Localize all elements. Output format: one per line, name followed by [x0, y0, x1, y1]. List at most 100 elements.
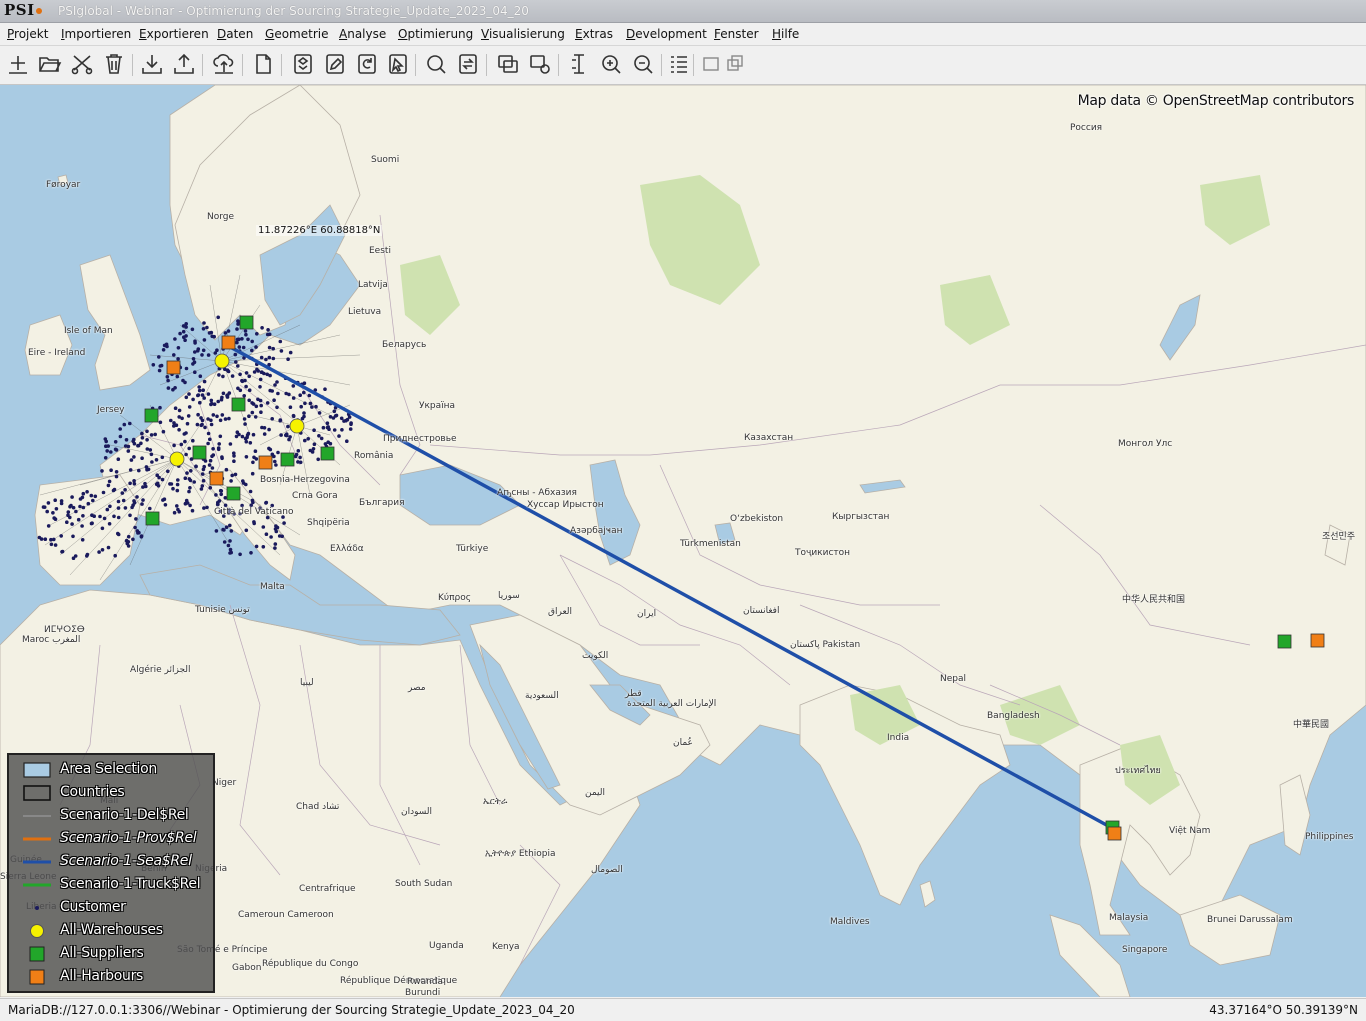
customer-point	[247, 374, 251, 379]
customer-point	[184, 366, 189, 371]
customer-point	[116, 531, 120, 536]
customer-point	[106, 483, 111, 488]
harbour-marker[interactable]	[221, 335, 236, 350]
customer-point	[228, 539, 232, 543]
customer-point	[158, 364, 163, 368]
customer-point	[317, 411, 322, 415]
customer-point	[265, 401, 270, 405]
customer-point	[124, 438, 129, 442]
customer-point	[270, 389, 275, 393]
supplier-marker[interactable]	[144, 408, 159, 423]
new-icon[interactable]	[6, 52, 30, 76]
customer-point	[214, 529, 219, 533]
map-view[interactable]: Map data © OpenStreetMap contributors 11…	[0, 85, 1366, 997]
layer-icon[interactable]	[291, 52, 315, 76]
supplier-marker[interactable]	[231, 397, 246, 412]
customer-point	[65, 520, 69, 524]
customer-point	[128, 513, 132, 518]
menu-hilfe[interactable]: Hilfe	[772, 27, 799, 41]
cut-icon[interactable]	[70, 52, 94, 76]
customer-point	[175, 482, 180, 487]
edit-icon[interactable]	[323, 52, 347, 76]
customer-point	[314, 404, 318, 409]
open-folder-icon[interactable]	[38, 52, 62, 76]
warehouse-marker[interactable]	[214, 353, 230, 369]
export-icon[interactable]	[172, 52, 196, 76]
sync-icon[interactable]	[456, 52, 480, 76]
customer-point	[104, 444, 108, 449]
document-icon[interactable]	[251, 52, 275, 76]
map-settings-icon[interactable]	[528, 52, 552, 76]
customer-point	[261, 525, 266, 529]
customer-point	[184, 431, 188, 435]
menu-fenster[interactable]: Fenster	[714, 27, 759, 41]
measure-icon[interactable]	[567, 52, 591, 76]
delete-icon[interactable]	[102, 52, 126, 76]
legend-label: Scenario-1-Truck$Rel	[60, 876, 201, 892]
menu-visualisierung[interactable]: Visualisierung	[481, 27, 565, 41]
harbour-marker[interactable]	[1107, 826, 1122, 841]
menu-analyse[interactable]: Analyse	[339, 27, 386, 41]
menu-exportieren[interactable]: Exportieren	[139, 27, 209, 41]
customer-point	[81, 491, 86, 496]
menu-development[interactable]: Development	[626, 27, 707, 41]
menu-geometrie[interactable]: Geometrie	[265, 27, 328, 41]
supplier-marker[interactable]	[145, 511, 160, 526]
customer-point	[190, 508, 195, 513]
warehouse-marker[interactable]	[169, 451, 185, 467]
window-icon[interactable]	[700, 52, 719, 76]
customer-point	[176, 478, 180, 482]
supplier-marker[interactable]	[192, 445, 207, 460]
customer-point	[166, 469, 170, 474]
customer-point	[250, 410, 255, 415]
harbour-marker[interactable]	[258, 455, 273, 470]
customer-point	[200, 484, 205, 488]
menu-daten[interactable]: Daten	[217, 27, 253, 41]
legend-label: Scenario-1-Del$Rel	[60, 807, 189, 823]
customer-point	[206, 392, 211, 396]
supplier-marker[interactable]	[1277, 634, 1292, 649]
map-place-label: Maldives	[830, 917, 870, 927]
supplier-marker[interactable]	[226, 486, 241, 501]
customer-point	[246, 431, 251, 436]
select-arrow-icon[interactable]	[386, 52, 410, 76]
warehouse-marker[interactable]	[289, 418, 305, 434]
zoom-out-icon[interactable]	[631, 52, 655, 76]
customer-point	[134, 517, 138, 521]
map-place-label: South Sudan	[395, 879, 453, 889]
customer-point	[246, 337, 250, 342]
map-copy-icon[interactable]	[496, 52, 520, 76]
customer-point	[136, 443, 140, 448]
map-place-label: Norge	[207, 212, 235, 222]
customer-point	[278, 418, 283, 423]
legend-row: Scenario-1-Prov$Rel	[9, 828, 213, 850]
menu-optimierung[interactable]: Optimierung	[398, 27, 473, 41]
menu-importieren[interactable]: Importieren	[61, 27, 131, 41]
menu-extras[interactable]: Extras	[575, 27, 613, 41]
customer-point	[233, 472, 238, 477]
supplier-marker[interactable]	[320, 446, 335, 461]
upload-icon[interactable]	[212, 52, 236, 76]
harbour-marker[interactable]	[166, 360, 181, 375]
harbour-marker[interactable]	[209, 471, 224, 486]
search-map-icon[interactable]	[424, 52, 448, 76]
map-place-label: Türkmenistan	[680, 539, 741, 549]
customer-point	[103, 456, 108, 460]
legend-label: Countries	[60, 784, 125, 800]
supplier-marker[interactable]	[280, 452, 295, 467]
customer-point	[199, 487, 204, 491]
supplier-marker[interactable]	[239, 315, 254, 330]
customer-point	[46, 524, 51, 528]
refresh-icon[interactable]	[355, 52, 379, 76]
customer-point	[145, 438, 149, 442]
import-icon[interactable]	[140, 52, 164, 76]
window-tile-icon[interactable]	[724, 52, 743, 76]
customer-point	[312, 428, 316, 433]
zoom-in-icon[interactable]	[599, 52, 623, 76]
harbour-marker[interactable]	[1310, 633, 1325, 648]
customer-point	[132, 479, 136, 483]
layer-list-icon[interactable]	[667, 52, 691, 76]
menu-projekt[interactable]: Projekt	[7, 27, 48, 41]
customer-point	[241, 479, 245, 483]
customer-point	[121, 498, 126, 503]
